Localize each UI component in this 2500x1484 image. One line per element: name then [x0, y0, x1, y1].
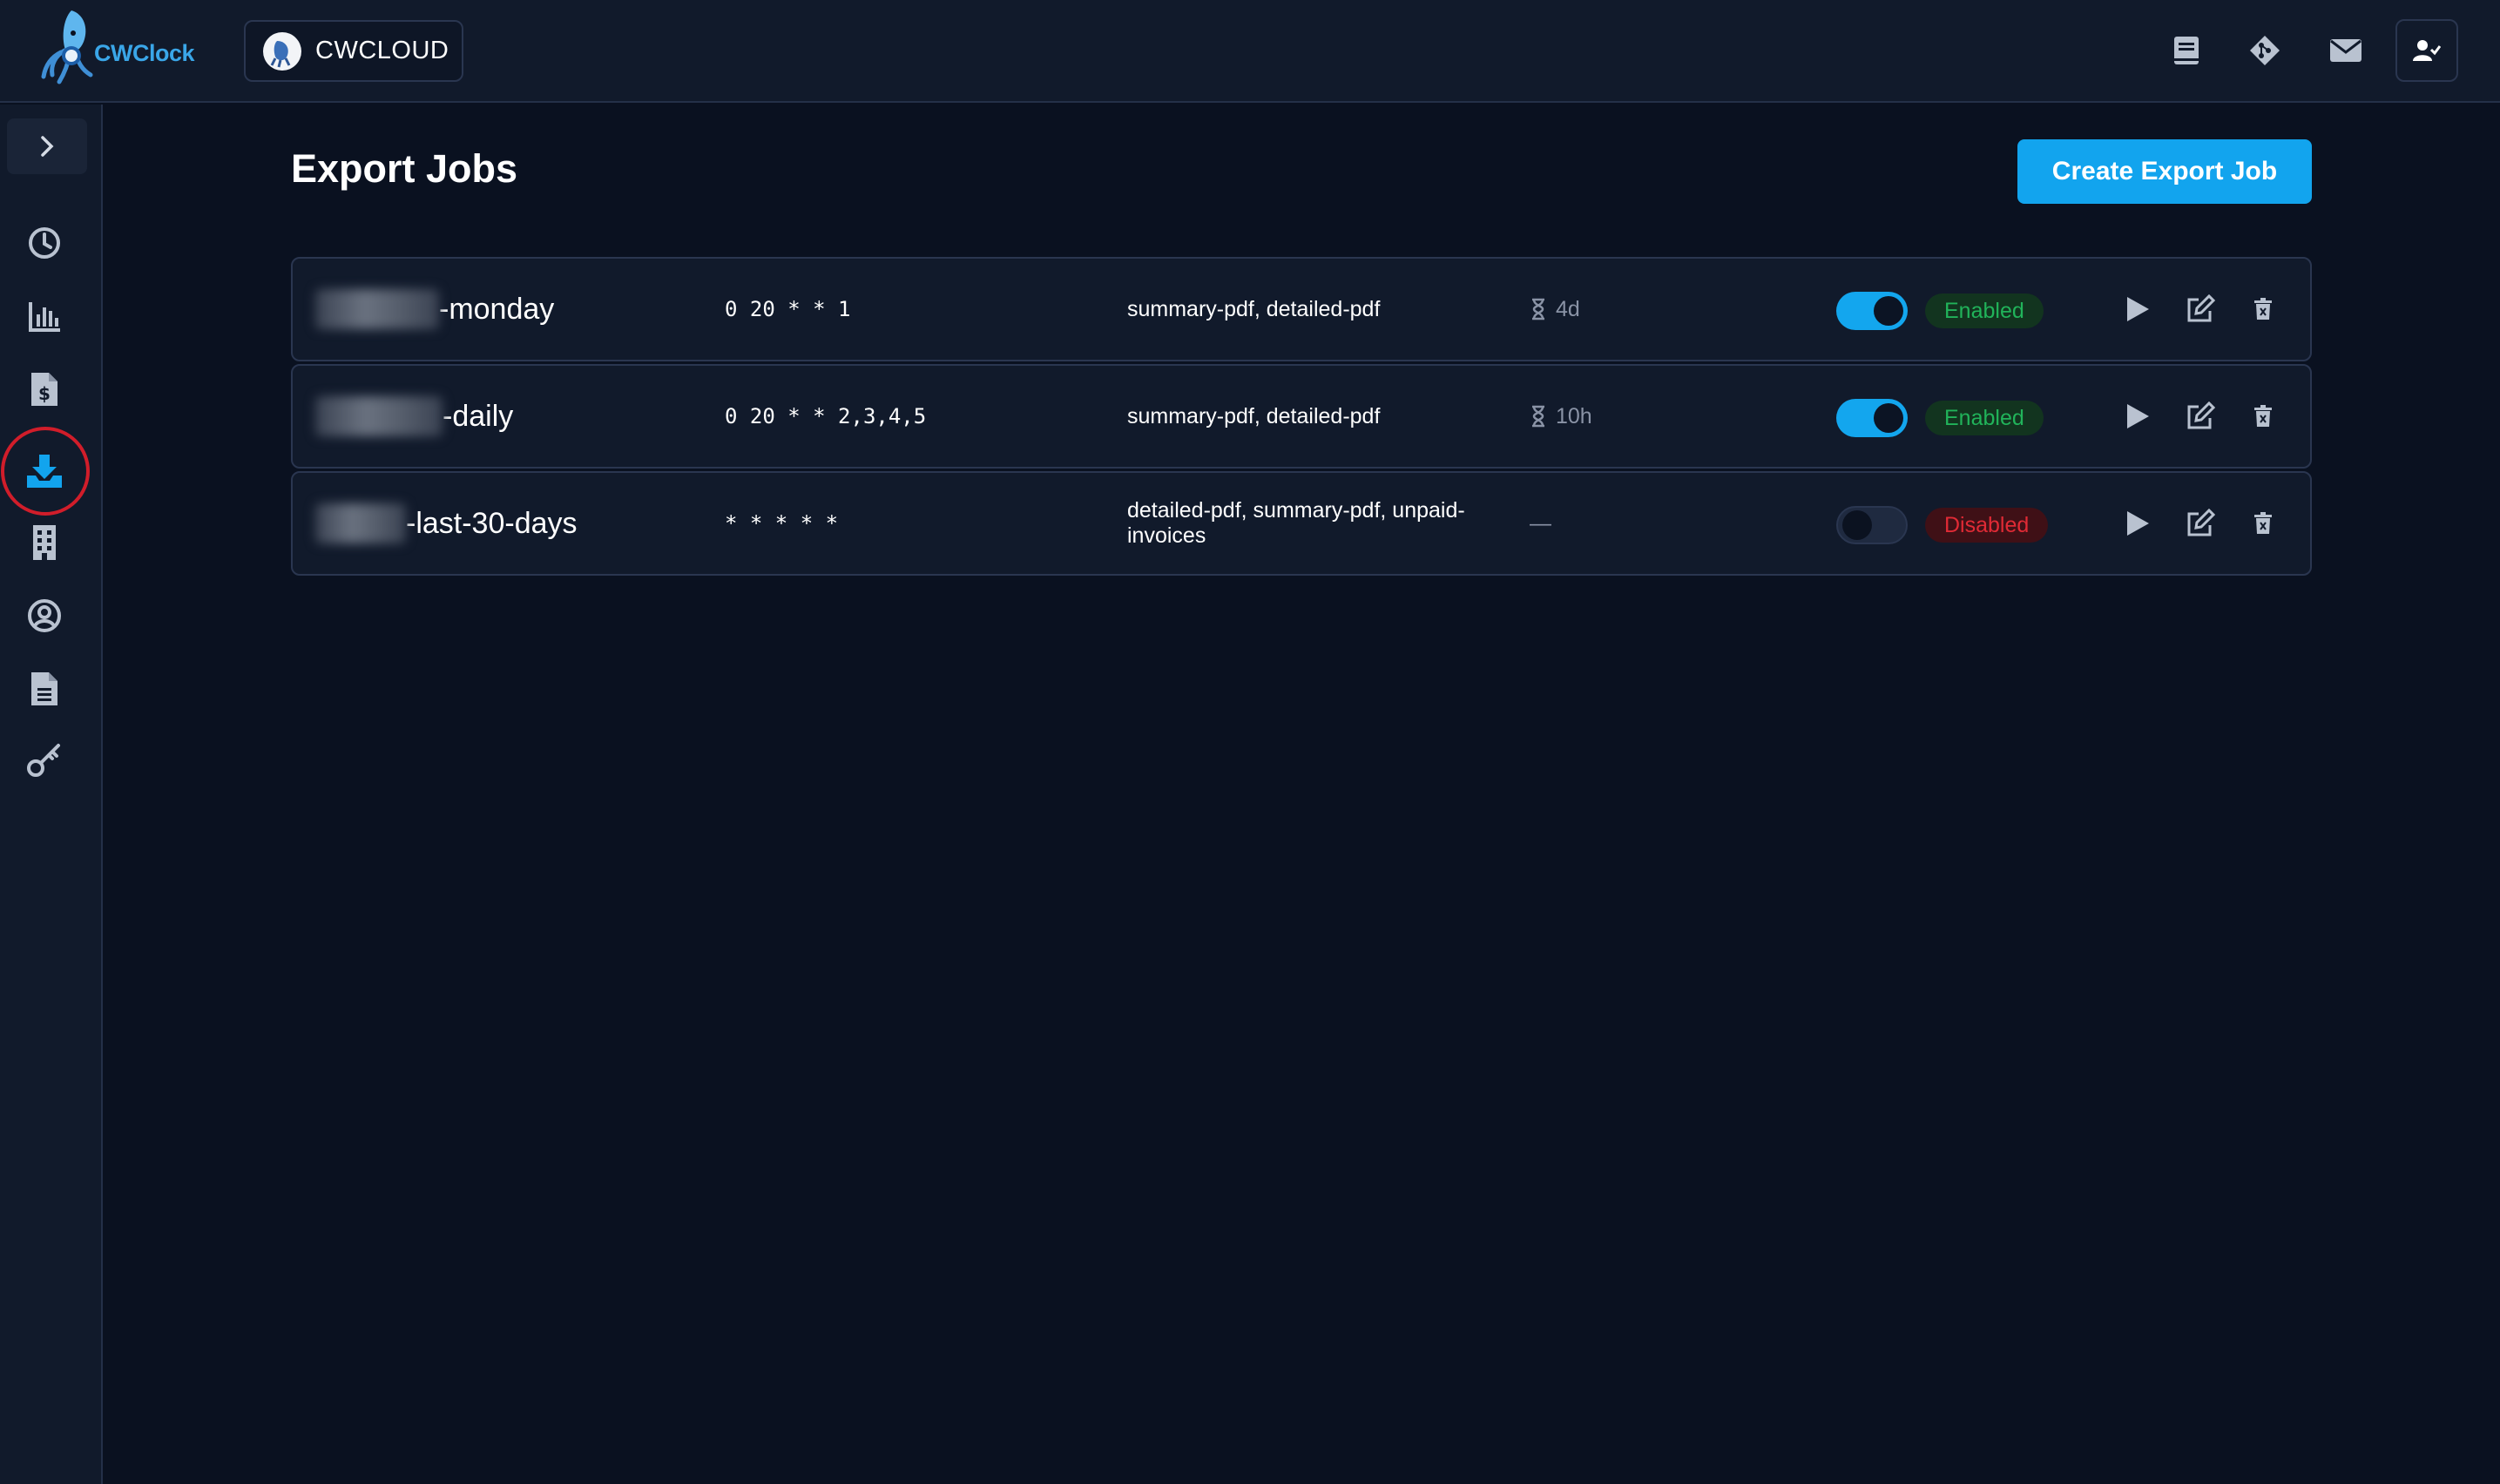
edit-icon	[2187, 509, 2215, 536]
sidebar-item-invoices[interactable]: $	[19, 364, 70, 415]
cwcloud-logo-icon	[263, 31, 301, 71]
squid-mascot-icon	[38, 7, 96, 87]
logo-text: CWClock	[94, 39, 195, 66]
redacted-name-prefix	[315, 503, 406, 543]
git-icon[interactable]	[2239, 24, 2291, 77]
document-icon	[31, 672, 57, 705]
sidebar-item-reports[interactable]	[19, 291, 70, 341]
job-next-run: 4d	[1530, 259, 1580, 360]
edit-icon	[2187, 401, 2215, 429]
job-name: -daily	[315, 366, 513, 467]
trash-icon	[2254, 512, 2272, 534]
play-icon	[2127, 511, 2149, 536]
run-job-button[interactable]	[2113, 285, 2162, 334]
chevron-right-icon	[41, 136, 54, 157]
export-job-row: -last-30-days * * * * * detailed-pdf, su…	[291, 471, 2312, 576]
delete-job-button[interactable]	[2239, 499, 2287, 548]
edit-icon	[2187, 294, 2215, 322]
job-formats: summary-pdf, detailed-pdf	[1127, 296, 1381, 321]
job-cron-expression: 0 20 * * 2,3,4,5	[725, 404, 927, 428]
user-check-icon[interactable]	[2395, 19, 2458, 82]
create-export-job-button[interactable]: Create Export Job	[2017, 139, 2312, 204]
redacted-name-prefix	[315, 289, 439, 329]
job-cron-expression: * * * * *	[725, 511, 839, 536]
delete-job-button[interactable]	[2239, 285, 2287, 334]
job-cron-expression: 0 20 * * 1	[725, 297, 851, 321]
job-name-suffix: -last-30-days	[406, 506, 578, 540]
run-job-button[interactable]	[2113, 392, 2162, 441]
sidebar-item-companies[interactable]	[19, 517, 70, 568]
top-bar: CWClock CWCLOUD	[0, 0, 2500, 103]
sidebar-item-export-jobs[interactable]	[19, 446, 70, 496]
job-formats: summary-pdf, detailed-pdf	[1127, 403, 1381, 428]
job-name-suffix: -monday	[439, 292, 555, 326]
delete-job-button[interactable]	[2239, 392, 2287, 441]
brand-label: CWCLOUD	[315, 37, 449, 64]
download-tray-icon	[27, 455, 62, 488]
job-enabled-toggle[interactable]	[1836, 506, 1908, 544]
job-name: -last-30-days	[315, 473, 578, 574]
book-icon[interactable]	[2160, 24, 2213, 77]
edit-job-button[interactable]	[2176, 392, 2225, 441]
job-next-run-value: 4d	[1556, 296, 1580, 321]
sidebar-item-profile[interactable]	[19, 590, 70, 641]
play-icon	[2127, 297, 2149, 321]
status-badge: Disabled	[1925, 508, 2049, 543]
user-circle-icon	[28, 599, 61, 632]
edit-job-button[interactable]	[2176, 499, 2225, 548]
trash-icon	[2254, 405, 2272, 427]
job-formats: detailed-pdf, summary-pdf, unpaid-invoic…	[1127, 498, 1465, 548]
export-jobs-list: -monday 0 20 * * 1 summary-pdf, detailed…	[291, 257, 2312, 578]
sidebar-item-api-keys[interactable]	[19, 735, 70, 786]
svg-text:$: $	[38, 383, 51, 404]
export-job-row: -monday 0 20 * * 1 summary-pdf, detailed…	[291, 257, 2312, 361]
page-title: Export Jobs	[291, 146, 518, 191]
export-job-row: -daily 0 20 * * 2,3,4,5 summary-pdf, det…	[291, 364, 2312, 469]
invoice-dollar-icon: $	[31, 373, 57, 406]
hourglass-icon	[1532, 405, 1544, 428]
hourglass-icon	[1532, 298, 1544, 320]
building-icon	[33, 525, 56, 560]
mail-icon[interactable]	[2320, 24, 2372, 77]
sidebar: $	[0, 105, 103, 1484]
job-next-run-value: 10h	[1556, 403, 1592, 428]
trash-icon	[2254, 298, 2272, 320]
job-enabled-toggle[interactable]	[1836, 292, 1908, 330]
edit-job-button[interactable]	[2176, 285, 2225, 334]
cwclock-logo[interactable]: CWClock	[38, 5, 195, 89]
clock-icon	[29, 227, 60, 259]
job-name-suffix: -daily	[443, 399, 514, 433]
job-enabled-toggle[interactable]	[1836, 399, 1908, 437]
status-badge: Enabled	[1925, 401, 2044, 435]
status-badge: Enabled	[1925, 293, 2044, 328]
redacted-name-prefix	[315, 396, 443, 436]
run-job-button[interactable]	[2113, 499, 2162, 548]
job-next-run-value: —	[1530, 510, 1551, 536]
job-next-run: 10h	[1530, 366, 1592, 467]
sidebar-item-documents[interactable]	[19, 664, 70, 714]
chart-bar-icon	[29, 302, 60, 332]
play-icon	[2127, 404, 2149, 428]
job-name: -monday	[315, 259, 554, 360]
brand-selector[interactable]: CWCLOUD	[244, 20, 463, 82]
job-next-run: —	[1530, 473, 1551, 574]
sidebar-item-timesheet[interactable]	[19, 218, 70, 268]
key-icon	[27, 744, 60, 777]
sidebar-expand-button[interactable]	[7, 118, 87, 174]
